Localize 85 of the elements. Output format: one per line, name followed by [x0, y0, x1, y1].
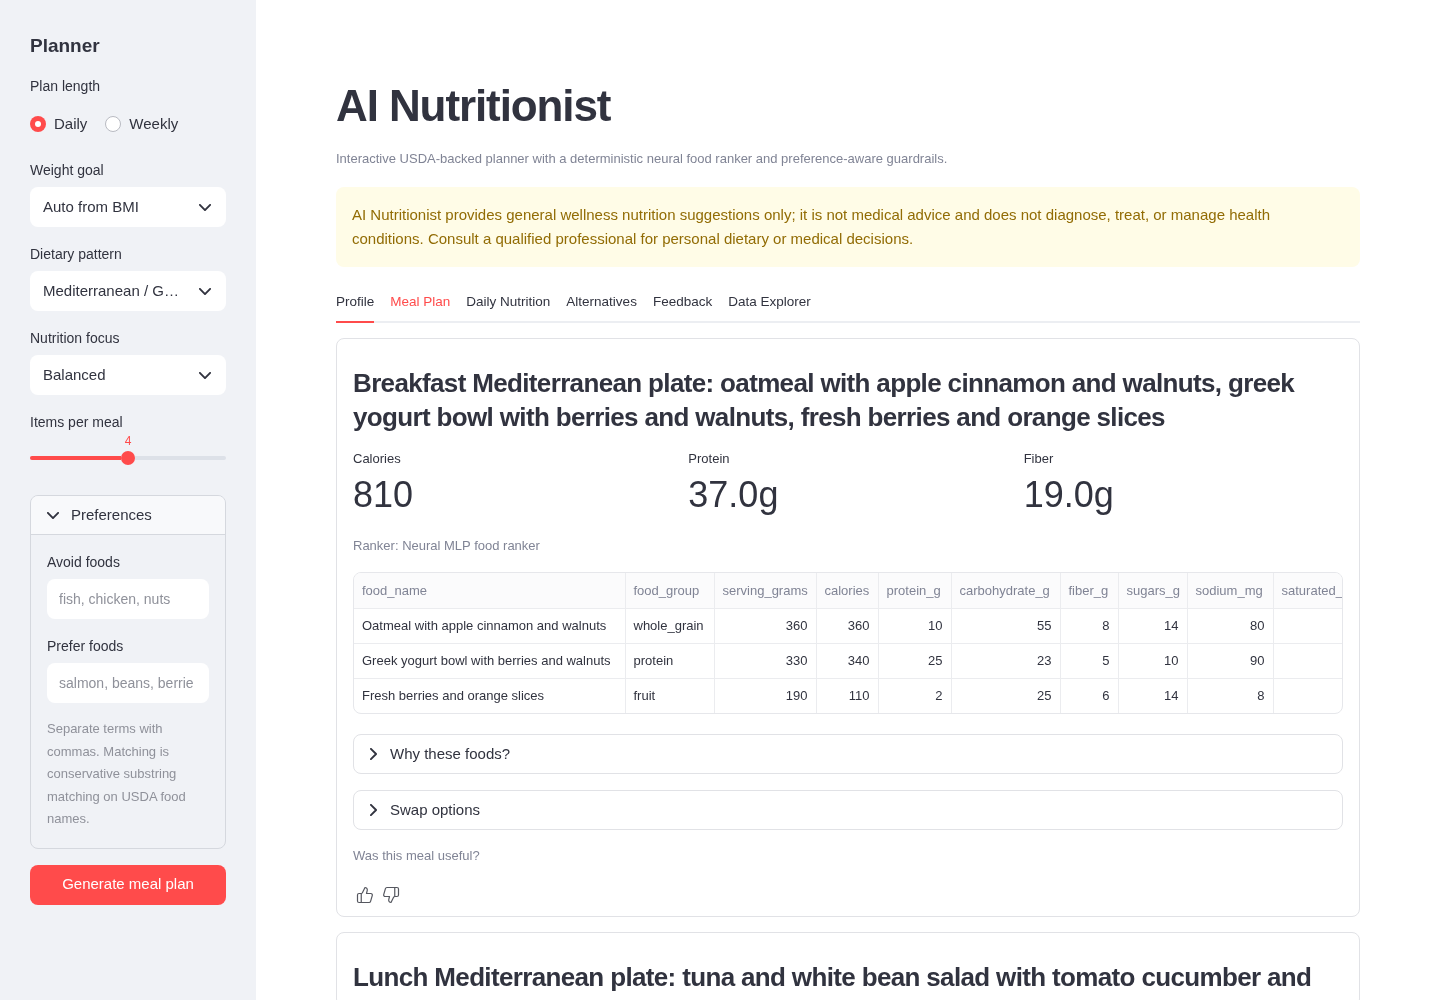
field-label: Items per meal — [30, 413, 124, 431]
table-cell: 25 — [878, 643, 951, 678]
slider-value: 4 — [124, 434, 132, 448]
chevron-down-icon — [47, 511, 59, 519]
meal-title: Lunch Mediterranean plate: tuna and white bean salad with tomato cucumber and — [353, 961, 1313, 994]
table-cell: 110 — [816, 678, 878, 713]
table-cell: fruit — [625, 678, 714, 713]
meal-title: Breakfast Mediterranean plate: oatmeal with apple cinnamon and walnuts, greek yogurt bowl with berries and walnuts, fresh berries and orange slices — [353, 367, 1296, 434]
tab[interactable]: Data Explorer — [728, 292, 811, 323]
table-cell: 80 — [1187, 608, 1273, 643]
column-header: protein_g — [878, 573, 951, 608]
table-cell: 90 — [1187, 643, 1273, 678]
radio-label[interactable]: Weekly — [129, 112, 179, 136]
chevron-right-icon — [370, 748, 377, 760]
slider-thumb[interactable] — [121, 451, 135, 465]
table-cell: 360 — [714, 608, 816, 643]
chevron-right-icon — [370, 804, 377, 816]
column-header: sodium_mg — [1187, 573, 1273, 608]
table-cell: 5 — [1060, 643, 1118, 678]
table-cell: Greek yogurt bowl with berries and walnuts — [354, 643, 625, 678]
chevron-down-icon — [199, 287, 211, 295]
field-label: Plan length — [30, 77, 102, 95]
tab[interactable]: Feedback — [652, 292, 713, 323]
metric-value: 37.0g — [688, 473, 780, 517]
metric-label: Calories — [353, 450, 402, 468]
radio-button[interactable] — [30, 116, 46, 132]
help-text: Separate terms with commas. Matching is conservative substring matching on USDA food names. — [47, 720, 187, 828]
input-field[interactable]: salmon, beans, berrie — [47, 663, 209, 703]
table-cell: 2 — [878, 678, 951, 713]
feedback-prompt: Was this meal useful? — [353, 847, 481, 865]
table-cell: 10 — [878, 608, 951, 643]
column-header: calories — [816, 573, 878, 608]
column-header: serving_grams — [714, 573, 816, 608]
chevron-down-icon — [199, 203, 211, 211]
table-cell: 190 — [714, 678, 816, 713]
table-cell: 10 — [1118, 643, 1187, 678]
sidebar-title: Planner — [30, 34, 101, 58]
radio-label[interactable]: Daily — [54, 112, 88, 136]
tab[interactable]: Alternatives — [566, 292, 637, 323]
table-cell: 25 — [951, 678, 1060, 713]
field-label: Weight goal — [30, 161, 105, 179]
metric-value: 19.0g — [1023, 473, 1115, 517]
table-cell: 14 — [1118, 678, 1187, 713]
dropdown[interactable]: Auto from BMI — [30, 187, 226, 227]
table-cell: 23 — [951, 643, 1060, 678]
field-label: Dietary pattern — [30, 245, 123, 263]
table-cell: 8 — [1060, 608, 1118, 643]
dropdown[interactable]: Balanced — [30, 355, 226, 395]
column-header: carbohydrate_g — [951, 573, 1060, 608]
expander[interactable]: Swap options — [353, 790, 1343, 830]
table-cell: 330 — [714, 643, 816, 678]
table-cell: 55 — [951, 608, 1060, 643]
input-field[interactable]: fish, chicken, nuts — [47, 579, 209, 619]
chevron-down-icon — [199, 371, 211, 379]
thumbs-down-icon[interactable] — [382, 886, 400, 904]
table-cell: whole_grain — [625, 608, 714, 643]
tab[interactable]: Daily Nutrition — [466, 292, 551, 323]
table-cell: 360 — [816, 608, 878, 643]
column-header: fiber_g — [1060, 573, 1118, 608]
disclaimer-notice: AI Nutritionist provides general wellness nutrition suggestions only; it is not medical advice and does not diagnose, treat, or manage health conditions. Consult a qualified professional for personal dietary or medical decisions. — [336, 187, 1360, 267]
thumbs-up-icon[interactable] — [356, 886, 374, 904]
metric-label: Fiber — [1023, 450, 1055, 468]
page-title: AI Nutritionist — [336, 80, 612, 132]
metric-label: Protein — [688, 450, 731, 468]
tab[interactable]: Profile — [336, 292, 375, 323]
column-header: food_name — [354, 573, 625, 608]
dropdown[interactable]: Mediterranean / G… — [30, 271, 226, 311]
metric-value: 810 — [353, 473, 415, 517]
column-header: food_group — [625, 573, 714, 608]
expander-header[interactable]: Preferences — [31, 496, 225, 535]
expander[interactable]: Why these foods? — [353, 734, 1343, 774]
table-cell: Fresh berries and orange slices — [354, 678, 625, 713]
table-cell: 14 — [1118, 608, 1187, 643]
table-cell: protein — [625, 643, 714, 678]
table-cell: 8 — [1187, 678, 1273, 713]
column-header: sugars_g — [1118, 573, 1187, 608]
field-label: Prefer foods — [47, 637, 125, 655]
ranker-caption: Ranker: Neural MLP food ranker — [353, 537, 541, 555]
field-label: Avoid foods — [47, 553, 121, 571]
radio-button[interactable] — [105, 116, 122, 132]
table-cell: 6 — [1060, 678, 1118, 713]
field-label: Nutrition focus — [30, 329, 121, 347]
table-cell: 340 — [816, 643, 878, 678]
table-cell: Oatmeal with apple cinnamon and walnuts — [354, 608, 625, 643]
page-subtitle: Interactive USDA-backed planner with a deterministic neural food ranker and preference-aware guardrails. — [336, 150, 949, 168]
